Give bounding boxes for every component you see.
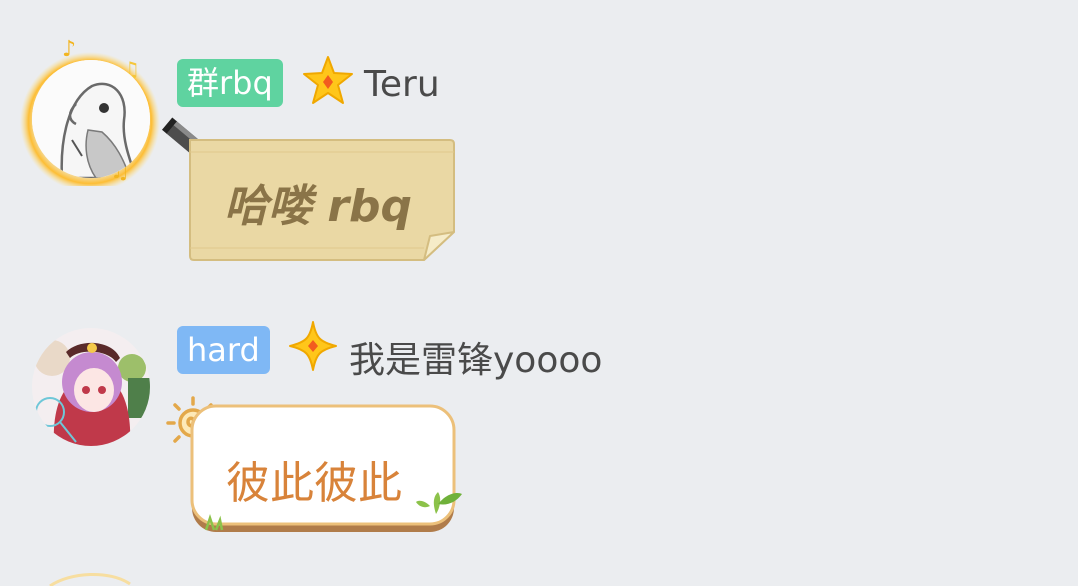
- message-text: 哈喽 rbq: [224, 181, 413, 232]
- username[interactable]: 我是雷锋yoooo: [349, 331, 602, 383]
- chat-message: hard 我是雷锋yoooo 彼此彼此: [0, 290, 1078, 560]
- gold-diamond-star-icon: [289, 321, 337, 371]
- message-text: 彼此彼此: [226, 458, 402, 509]
- group-title-badge: hard: [177, 326, 270, 374]
- avatar[interactable]: [32, 60, 150, 178]
- parrot-avatar-icon: [32, 60, 150, 178]
- username[interactable]: Teru: [364, 64, 440, 105]
- avatar[interactable]: [32, 328, 150, 446]
- group-title-badge: 群rbq: [177, 59, 283, 107]
- avatar-frame-decoration: [49, 573, 131, 586]
- svg-text:♪: ♪: [62, 37, 76, 62]
- gold-star-icon: [303, 56, 353, 104]
- chat-message: ♪ ♫ ♪ ♫ 群rbq Teru: [0, 0, 1078, 290]
- anime-girl-avatar-icon: [32, 328, 150, 446]
